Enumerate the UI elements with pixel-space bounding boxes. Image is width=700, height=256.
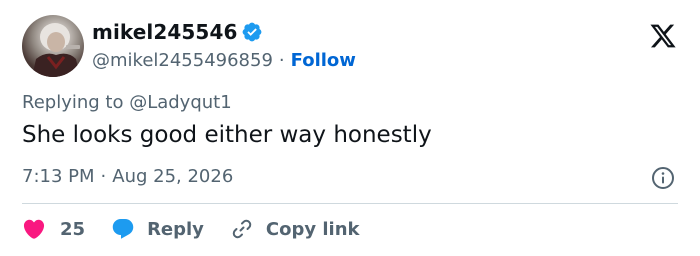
meta-separator: · <box>100 166 107 187</box>
divider <box>22 203 678 204</box>
verified-badge-icon <box>241 21 263 43</box>
avatar[interactable] <box>22 15 84 77</box>
reply-bubble-icon <box>112 219 134 239</box>
like-count: 25 <box>60 218 86 240</box>
author-block: mikel245546 @mikel2455496859 · Follow <box>92 19 356 73</box>
tweet-header: mikel245546 @mikel2455496859 · Follow <box>22 14 356 78</box>
tweet-time: 7:13 PM <box>22 166 95 187</box>
tweet-timestamp[interactable]: 7:13 PM · Aug 25, 2026 <box>22 166 233 187</box>
info-icon[interactable] <box>651 166 675 190</box>
x-logo-icon[interactable] <box>649 22 677 50</box>
tweet-text: She looks good either way honestly <box>22 122 432 148</box>
display-name[interactable]: mikel245546 <box>92 20 237 44</box>
copy-link-label: Copy link <box>265 218 360 240</box>
reply-label: Reply <box>147 218 204 240</box>
link-icon <box>232 219 252 239</box>
replying-to[interactable]: Replying to @Ladyqut1 <box>22 92 232 113</box>
handle-separator: · <box>278 49 285 71</box>
tweet-date: Aug 25, 2026 <box>112 166 234 187</box>
name-row: mikel245546 <box>92 19 356 45</box>
copy-link-button[interactable]: Copy link <box>230 217 360 241</box>
action-bar: 25 Reply Copy link <box>22 214 386 244</box>
reply-button[interactable]: Reply <box>111 217 204 241</box>
follow-button[interactable]: Follow <box>291 50 356 71</box>
tweet-card: mikel245546 @mikel2455496859 · Follow Re… <box>0 0 700 256</box>
handle[interactable]: @mikel2455496859 <box>92 50 273 71</box>
heart-icon <box>23 219 45 239</box>
handle-row: @mikel2455496859 · Follow <box>92 47 356 73</box>
like-button[interactable]: 25 <box>22 217 85 241</box>
